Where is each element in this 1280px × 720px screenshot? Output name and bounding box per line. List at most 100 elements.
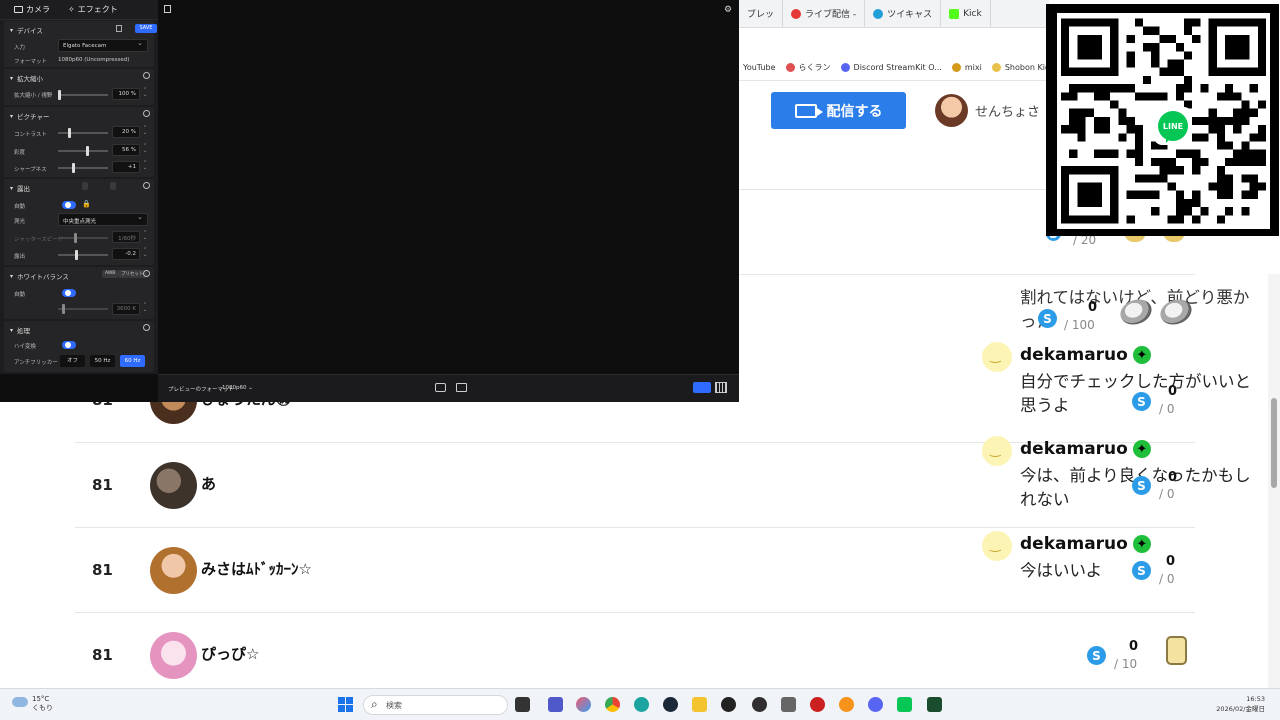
tab-camera[interactable]: カメラ <box>14 4 50 15</box>
saturation-slider[interactable] <box>58 146 108 156</box>
sharpness-value[interactable]: +1 <box>112 161 140 173</box>
bookmark-shobon[interactable]: Shobon Kick Ra <box>991 62 1049 72</box>
stepper-icon[interactable]: ⌃ ⌄ <box>143 161 147 171</box>
slider-handle[interactable] <box>72 163 75 173</box>
slider-handle[interactable] <box>74 233 77 243</box>
avatar[interactable] <box>150 632 197 679</box>
sharpness-slider[interactable] <box>58 163 108 173</box>
sidebar-toggle-icon[interactable] <box>164 5 171 13</box>
table-row[interactable]: 81 ぴっぴ☆ <box>75 613 1195 698</box>
contrast-value[interactable]: 20 % <box>112 126 140 138</box>
folder-icon[interactable] <box>456 383 467 392</box>
edge-icon[interactable] <box>634 697 649 712</box>
avatar[interactable] <box>150 462 197 509</box>
folder-icon[interactable] <box>692 697 707 712</box>
app-icon[interactable] <box>927 697 942 712</box>
rank-user-name[interactable]: あ <box>201 473 216 494</box>
flicker-option-50hz[interactable]: 50 Hz <box>90 355 115 367</box>
gear-icon[interactable]: ⚙ <box>724 5 732 15</box>
stepper-icon[interactable]: ⌃ ⌄ <box>143 248 147 258</box>
save-button[interactable]: SAVE <box>135 24 157 33</box>
teams-icon[interactable] <box>548 697 563 712</box>
bookmark-mixi[interactable]: mixi <box>951 62 982 72</box>
browser-tab[interactable]: ブレッ <box>739 0 784 27</box>
wb-temp-value[interactable]: 3600 K <box>112 303 140 315</box>
shutter-value[interactable]: 1/60秒 <box>112 231 140 243</box>
section-title[interactable]: 露出 <box>10 183 30 193</box>
copy-icon[interactable] <box>116 25 122 32</box>
avatar[interactable] <box>150 547 197 594</box>
browser-tab[interactable]: ツイキャス <box>865 0 942 27</box>
stepper-icon[interactable]: ⌃ ⌄ <box>143 88 147 98</box>
zoom-slider[interactable] <box>58 90 108 100</box>
copilot-icon[interactable] <box>576 697 591 712</box>
awb-button[interactable]: AWB <box>102 270 119 278</box>
eye-toggle-icon[interactable] <box>693 382 711 393</box>
bookmark-rakuran[interactable]: らくラン <box>785 62 831 73</box>
scrollbar[interactable] <box>1268 274 1280 688</box>
browser-tab[interactable]: ライブ配信 - <box>783 0 866 27</box>
slider-handle[interactable] <box>68 128 71 138</box>
exposure-comp-slider[interactable] <box>58 250 108 260</box>
wb-temp-slider[interactable] <box>58 304 108 314</box>
section-title[interactable]: ホワイトバランス <box>10 271 69 281</box>
lock-icon[interactable]: 🔒 <box>82 200 91 208</box>
reset-icon[interactable] <box>143 324 150 331</box>
contrast-slider[interactable] <box>58 128 108 138</box>
preview-format-select[interactable]: 1080p60 ⌄ <box>219 383 257 394</box>
stepper-icon[interactable]: ⌃ ⌄ <box>143 231 147 241</box>
slider-handle[interactable] <box>86 146 89 156</box>
rank-user-name[interactable]: ぴっぴ☆ <box>201 643 259 664</box>
hdr-toggle[interactable] <box>62 341 76 349</box>
format-value[interactable]: 1080p60 (Uncompressed) <box>58 57 129 63</box>
user-name[interactable]: せんちょさ <box>975 101 1040 120</box>
section-title[interactable]: ピクチャー <box>10 111 49 121</box>
slider-handle[interactable] <box>75 250 78 260</box>
app-icon[interactable] <box>721 697 736 712</box>
stepper-icon[interactable]: ⌃ ⌄ <box>143 144 147 154</box>
tab-effects[interactable]: ✧ エフェクト <box>68 4 118 15</box>
exposure-comp-value[interactable]: -0.2 <box>112 248 140 260</box>
zoom-value[interactable]: 100 % <box>112 88 140 100</box>
bitcoin-icon[interactable] <box>839 697 854 712</box>
stepper-icon[interactable]: ⌃ ⌄ <box>143 303 147 313</box>
exposure-mode-button[interactable]: ​ <box>82 182 88 190</box>
flicker-option-off[interactable]: オフ <box>60 355 85 367</box>
reset-icon[interactable] <box>143 182 150 189</box>
scrollbar-thumb[interactable] <box>1271 398 1277 488</box>
slider-handle[interactable] <box>58 90 61 100</box>
snapshot-camera-icon[interactable] <box>435 383 446 392</box>
system-clock[interactable]: 16:53 2026/02/金曜日 <box>1205 694 1265 714</box>
saturation-value[interactable]: 56 % <box>112 144 140 156</box>
discord-icon[interactable] <box>868 697 883 712</box>
bookmark-discord[interactable]: Discord StreamKit O... <box>840 62 942 72</box>
reset-icon[interactable] <box>143 270 150 277</box>
metering-select[interactable]: 中央重点測光 <box>58 213 148 226</box>
line-icon[interactable] <box>897 697 912 712</box>
auto-wb-toggle[interactable] <box>62 289 76 297</box>
avatar[interactable] <box>935 94 968 127</box>
reset-icon[interactable] <box>143 72 150 79</box>
record-icon[interactable] <box>810 697 825 712</box>
auto-exposure-toggle[interactable] <box>62 201 76 209</box>
comment-user[interactable]: dekamaruo ✦ <box>1020 439 1151 459</box>
shutter-slider[interactable] <box>58 233 108 243</box>
obs-icon[interactable] <box>752 697 767 712</box>
section-title[interactable]: デバイス <box>10 25 43 35</box>
calculator-icon[interactable] <box>781 697 796 712</box>
grid-toggle-icon[interactable] <box>715 382 727 393</box>
chrome-icon[interactable] <box>605 697 620 712</box>
flicker-option-60hz[interactable]: 60 Hz <box>120 355 145 367</box>
section-title[interactable]: 拡大縮小 <box>10 73 43 83</box>
weather-widget[interactable]: 15°C くもり <box>12 695 53 713</box>
comment-user[interactable]: dekamaruo ✦ <box>1020 534 1151 554</box>
exposure-lock-button[interactable]: ​ <box>110 182 116 190</box>
start-stream-button[interactable]: 配信する <box>771 92 906 129</box>
slider-handle[interactable] <box>62 304 65 314</box>
browser-tab[interactable]: Kick <box>941 0 991 27</box>
steam-icon[interactable] <box>663 697 678 712</box>
comment-user[interactable]: dekamaruo ✦ <box>1020 345 1151 365</box>
reset-icon[interactable] <box>143 110 150 117</box>
bookmark-youtube[interactable]: YouTube <box>743 63 776 72</box>
stepper-icon[interactable]: ⌃ ⌄ <box>143 126 147 136</box>
